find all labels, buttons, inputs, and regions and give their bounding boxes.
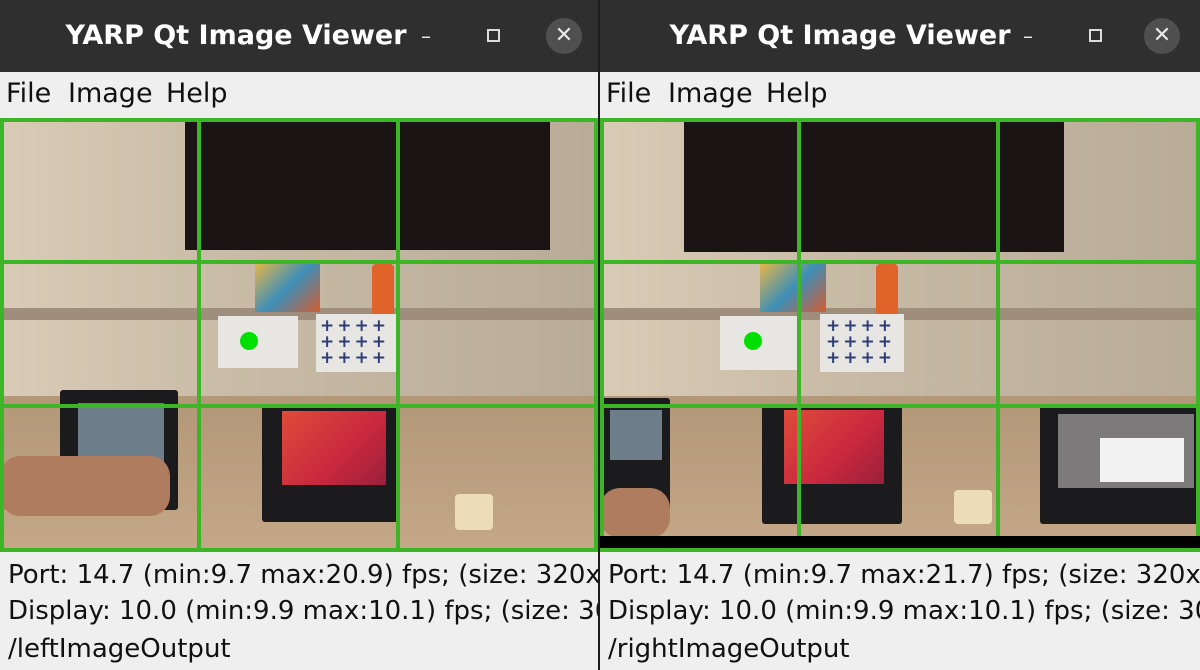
port-name: /leftImageOutput (8, 634, 231, 664)
window-title: YARP Qt Image Viewer (65, 20, 407, 51)
display-stats: Display: 10.0 (min:9.9 max:10.1) fps; (s… (8, 596, 598, 626)
target-marker-icon (240, 332, 258, 350)
camera-scene: ++++ ++++ ++++ (0, 118, 598, 552)
maximize-button[interactable] (1078, 18, 1114, 54)
menu-bar: File Image Help (0, 72, 598, 118)
minimize-button[interactable]: – (408, 18, 444, 54)
port-stats: Port: 14.7 (min:9.7 max:20.9) fps; (size… (8, 560, 598, 590)
status-panel: Port: 14.7 (min:9.7 max:21.7) fps; (size… (600, 552, 1200, 670)
title-bar[interactable]: YARP Qt Image Viewer – ✕ (0, 0, 598, 72)
status-panel: Port: 14.7 (min:9.7 max:20.9) fps; (size… (0, 552, 598, 670)
display-stats: Display: 10.0 (min:9.9 max:10.1) fps; (s… (608, 596, 1200, 626)
camera-scene: ++++ ++++ ++++ (600, 118, 1200, 552)
image-viewer-window-right: YARP Qt Image Viewer – ✕ File Image Help… (600, 0, 1200, 670)
camera-image-right[interactable]: ++++ ++++ ++++ (600, 118, 1200, 552)
maximize-icon (1089, 29, 1102, 42)
maximize-icon (487, 29, 500, 42)
maximize-button[interactable] (476, 18, 512, 54)
menu-file[interactable]: File (606, 76, 651, 112)
menu-help[interactable]: Help (766, 76, 828, 112)
minimize-button[interactable]: – (1010, 18, 1046, 54)
menu-help[interactable]: Help (166, 76, 228, 112)
menu-bar: File Image Help (600, 72, 1200, 118)
close-button[interactable]: ✕ (1144, 18, 1180, 54)
target-marker-icon (744, 332, 762, 350)
image-viewer-window-left: YARP Qt Image Viewer – ✕ File Image Help… (0, 0, 598, 670)
close-button[interactable]: ✕ (546, 18, 582, 54)
title-bar[interactable]: YARP Qt Image Viewer – ✕ (600, 0, 1200, 72)
camera-image-left[interactable]: ++++ ++++ ++++ (0, 118, 598, 552)
menu-image[interactable]: Image (668, 76, 753, 112)
port-stats: Port: 14.7 (min:9.7 max:21.7) fps; (size… (608, 560, 1200, 590)
menu-image[interactable]: Image (68, 76, 153, 112)
window-title: YARP Qt Image Viewer (669, 20, 1011, 51)
port-name: /rightImageOutput (608, 634, 850, 664)
menu-file[interactable]: File (6, 76, 51, 112)
